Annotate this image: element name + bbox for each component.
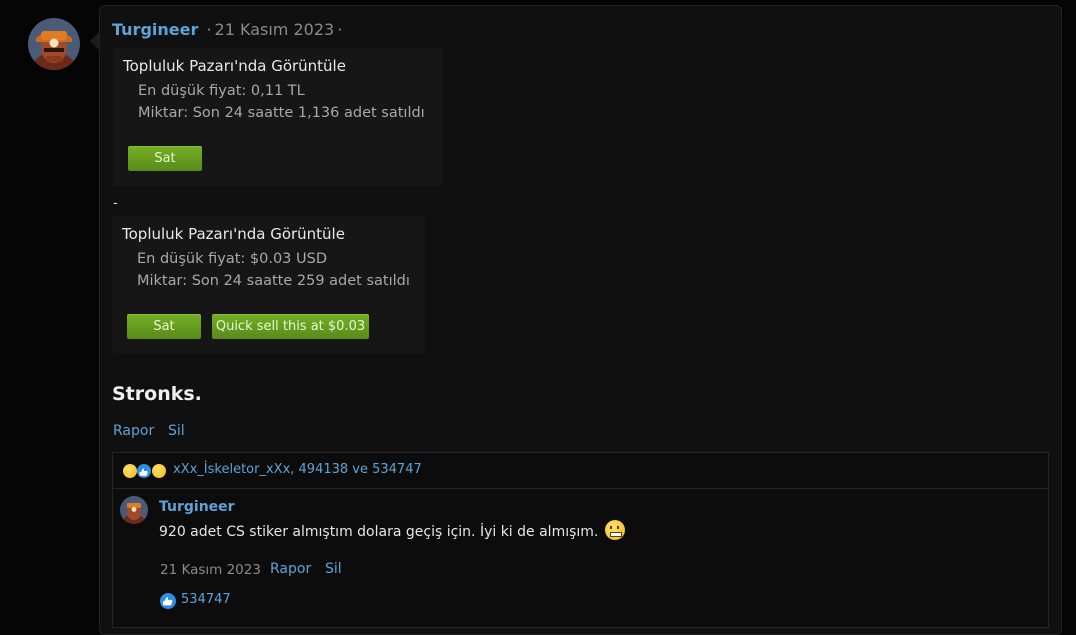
post-body-text: Stronks. [112, 383, 202, 405]
reply-container [112, 488, 1049, 628]
market-card: Topluluk Pazarı'nda Görüntüle En düşük f… [113, 48, 443, 186]
market-card-title[interactable]: Topluluk Pazarı'nda Görüntüle [123, 57, 346, 75]
reply-date[interactable]: 21 Kasım 2023 [160, 562, 261, 578]
reaction-users-link[interactable]: xXx_İskeletor_xXx, 494138 ve 534747 [173, 462, 422, 477]
delete-link[interactable]: Sil [168, 423, 185, 439]
header-separator: · [337, 20, 343, 39]
quantity-sold: Miktar: Son 24 saatte 1,136 adet satıldı [138, 105, 425, 121]
reply-avatar[interactable] [120, 496, 148, 524]
like-icon [160, 593, 176, 609]
sell-button[interactable]: Sat [128, 146, 202, 171]
avatar[interactable] [28, 18, 80, 70]
reply-text-content: 920 adet CS stiker almıştım dolara geçiş… [159, 524, 599, 540]
thinking-face-icon [123, 464, 137, 478]
reply-delete-link[interactable]: Sil [325, 561, 342, 577]
reply-author-link[interactable]: Turgineer [159, 499, 235, 515]
lowest-price: En düşük fiyat: 0,11 TL [138, 83, 305, 99]
reply-avatar-image [120, 496, 148, 524]
flushed-face-icon [152, 464, 166, 478]
quick-sell-button[interactable]: Quick sell this at $0.03 [212, 314, 369, 339]
market-card-title[interactable]: Topluluk Pazarı'nda Görüntüle [122, 225, 345, 243]
post-header: Turgineer · 21 Kasım 2023 · [112, 20, 345, 39]
reply-like-user-link[interactable]: 534747 [181, 592, 231, 607]
market-card: Topluluk Pazarı'nda Görüntüle En düşük f… [112, 216, 425, 353]
quantity-sold: Miktar: Son 24 saatte 259 adet satıldı [137, 273, 410, 289]
grin-emoji-icon [604, 520, 625, 540]
avatar-image [28, 18, 80, 70]
sell-button[interactable]: Sat [127, 314, 201, 339]
reply-text: 920 adet CS stiker almıştım dolara geçiş… [159, 520, 625, 540]
post-date[interactable]: 21 Kasım 2023 [215, 20, 335, 39]
header-separator: · [206, 20, 212, 39]
like-icon [137, 464, 151, 478]
post-author-link[interactable]: Turgineer [112, 20, 198, 39]
post-pointer [90, 32, 99, 50]
separator-dash: - [113, 196, 118, 211]
reply-report-link[interactable]: Rapor [270, 561, 311, 577]
report-link[interactable]: Rapor [113, 423, 154, 439]
lowest-price: En düşük fiyat: $0.03 USD [137, 251, 327, 267]
